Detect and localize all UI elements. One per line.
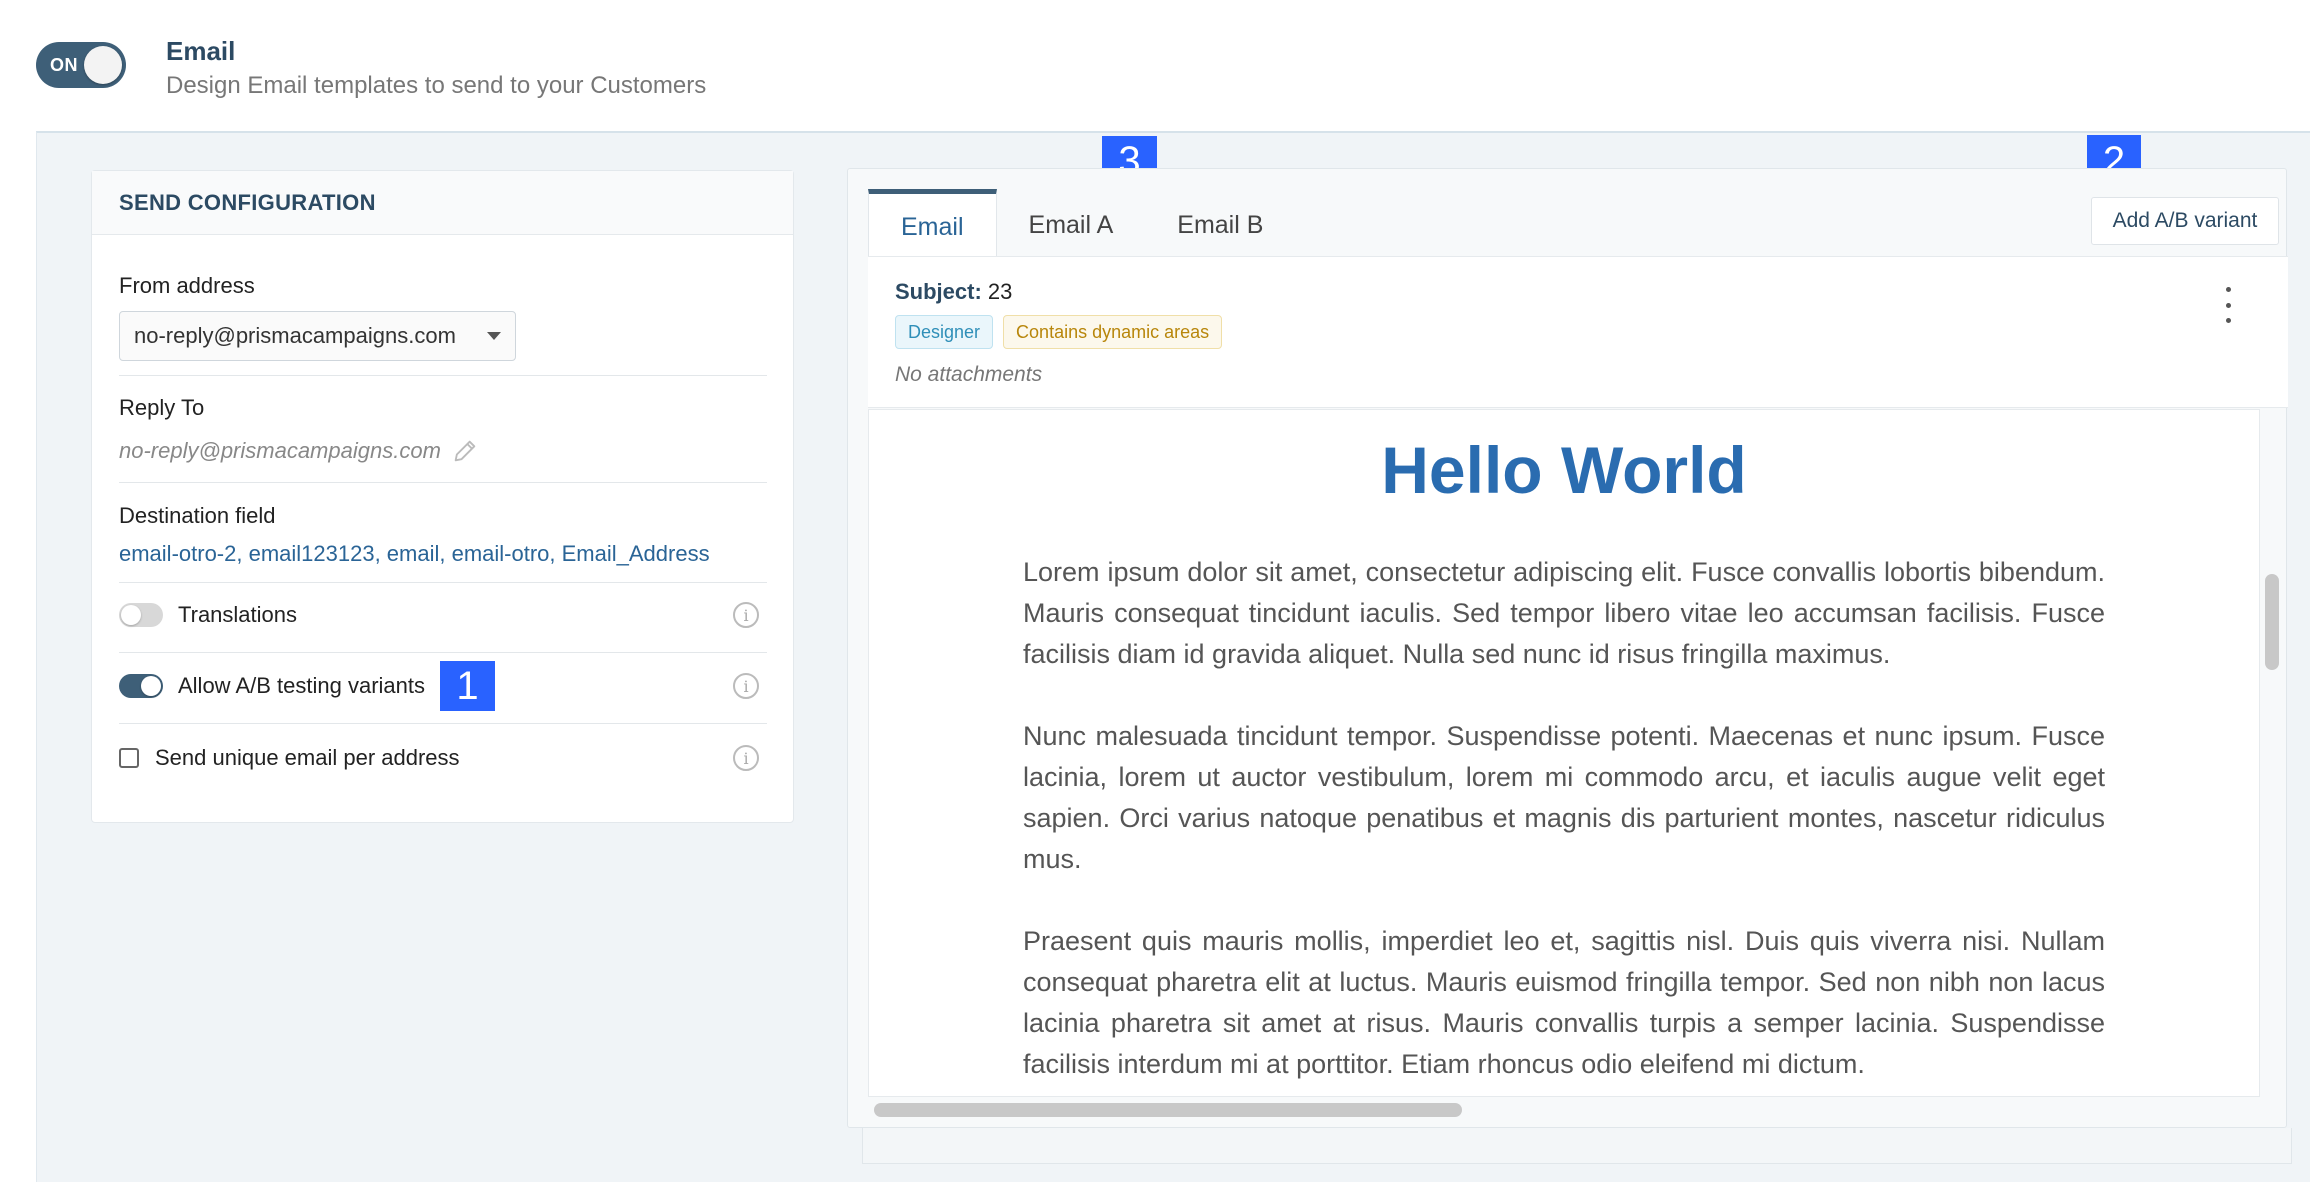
preview-paragraph: Lorem ipsum dolor sit amet, consectetur … [1023, 557, 2105, 669]
from-address-value: no-reply@prismacampaigns.com [134, 323, 456, 348]
translations-label: Translations [178, 602, 298, 627]
email-preview[interactable]: Hello World Lorem ipsum dolor sit amet, … [868, 409, 2260, 1097]
from-address-select[interactable]: no-reply@prismacampaigns.com [119, 311, 516, 361]
add-ab-variant-button[interactable]: Add A/B variant [2091, 197, 2279, 245]
reply-to-label: Reply To [119, 395, 205, 420]
attachments-status: No attachments [895, 363, 1043, 386]
channel-toggle[interactable]: ON [36, 42, 126, 88]
divider [119, 582, 767, 583]
tab-email[interactable]: Email [868, 189, 997, 261]
divider [119, 375, 767, 376]
page-subtitle: Design Email templates to send to your C… [166, 72, 707, 99]
translations-row: Translations i [119, 595, 767, 635]
unique-email-label: Send unique email per address [155, 745, 460, 770]
translations-toggle[interactable] [119, 603, 163, 627]
card-header: SEND CONFIGURATION [92, 171, 793, 235]
tab-email-b[interactable]: Email B [1145, 189, 1295, 261]
ab-testing-label: Allow A/B testing variants [178, 673, 426, 698]
reply-to-value: no-reply@prismacampaigns.com [119, 438, 441, 463]
horizontal-scroll-track [868, 1097, 2260, 1121]
subject-value: 23 [987, 279, 1013, 304]
divider [119, 482, 767, 483]
divider [119, 723, 767, 724]
page-header: ON Email Design Email templates to send … [0, 0, 2310, 132]
subject-line: Subject: 23 [895, 279, 1012, 305]
more-options-icon[interactable] [2223, 287, 2233, 323]
toggle-knob [121, 605, 141, 625]
preview-body: Lorem ipsum dolor sit amet, consectetur … [1023, 552, 2105, 1096]
toggle-knob [141, 676, 161, 696]
send-configuration-card: SEND CONFIGURATION From address no-reply… [91, 170, 794, 823]
tab-email-a[interactable]: Email A [997, 189, 1146, 261]
unique-email-row: Send unique email per address i [119, 738, 767, 778]
pencil-icon[interactable] [451, 437, 479, 465]
reply-to-row: no-reply@prismacampaigns.com [119, 437, 479, 465]
preview-paragraph: Praesent quis mauris mollis, imperdiet l… [1023, 926, 2105, 1079]
divider [119, 652, 767, 653]
panel-footer [862, 1128, 2292, 1164]
destination-field-label: Destination field [119, 503, 276, 528]
preview-paragraph: Nunc malesuada tincidunt tempor. Suspend… [1023, 721, 2105, 874]
toggle-label: ON [50, 55, 78, 75]
toggle-knob [84, 46, 122, 84]
info-icon[interactable]: i [733, 602, 759, 628]
annotation-marker-1: 1 [440, 661, 495, 711]
dynamic-areas-badge: Contains dynamic areas [1003, 315, 1223, 349]
badge-list: Designer Contains dynamic areas [895, 315, 1223, 349]
preview-heading: Hello World [1381, 433, 1747, 507]
subject-label: Subject: [895, 279, 982, 304]
horizontal-scrollbar[interactable] [874, 1103, 1462, 1117]
from-address-label: From address [119, 273, 255, 298]
designer-badge: Designer [895, 315, 994, 349]
chevron-down-icon [487, 332, 501, 340]
vertical-scrollbar[interactable] [2265, 574, 2279, 670]
card-title: SEND CONFIGURATION [119, 189, 376, 215]
ab-testing-toggle[interactable] [119, 674, 163, 698]
email-tabs: Email Email A Email B [868, 189, 1295, 261]
info-icon[interactable]: i [733, 673, 759, 699]
destination-field-value[interactable]: email-otro-2, email123123, email, email-… [119, 541, 710, 567]
page-title: Email [166, 36, 236, 66]
info-icon[interactable]: i [733, 745, 759, 771]
email-meta: Subject: 23 Designer Contains dynamic ar… [868, 256, 2288, 408]
email-panel: Email Email A Email B Add A/B variant Su… [847, 168, 2288, 1128]
unique-email-checkbox[interactable] [119, 748, 139, 768]
